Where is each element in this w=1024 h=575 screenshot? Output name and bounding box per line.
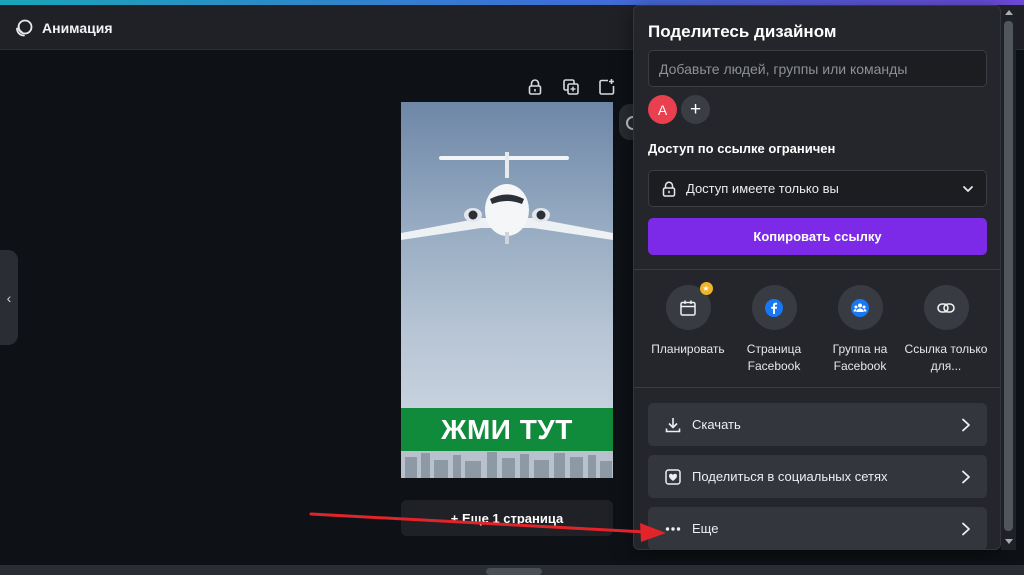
calendar-icon — [680, 300, 696, 316]
design-page-preview[interactable]: ЖМИ ТУТ — [401, 102, 613, 478]
download-label: Скачать — [692, 417, 741, 432]
share-social-label: Поделиться в социальных сетях — [692, 469, 888, 484]
share-option-label: Страница Facebook — [746, 342, 802, 373]
lock-icon — [662, 181, 676, 197]
page-toolbar — [524, 76, 618, 98]
share-option-label: Планировать — [651, 342, 725, 356]
chevron-right-icon — [962, 522, 970, 535]
panel-divider — [634, 269, 1000, 270]
access-dropdown[interactable]: Доступ имеете только вы — [648, 170, 987, 207]
link-icon — [937, 302, 955, 313]
add-person-button[interactable]: + — [681, 95, 710, 124]
city-skyline-image — [401, 451, 613, 478]
lock-icon — [528, 79, 542, 95]
avatar[interactable]: A — [648, 95, 677, 124]
share-social-button[interactable]: Поделиться в социальных сетях — [648, 455, 987, 498]
animation-button[interactable]: Анимация — [14, 14, 113, 42]
airplane-image — [401, 152, 613, 244]
copy-link-button[interactable]: Копировать ссылку — [648, 218, 987, 255]
download-button[interactable]: Скачать — [648, 403, 987, 446]
more-options-label: Еще — [692, 521, 719, 536]
panel-scrollbar[interactable] — [1001, 5, 1016, 550]
panel-divider — [634, 387, 1000, 388]
add-people-input[interactable] — [648, 50, 987, 87]
scroll-up-arrow-icon[interactable] — [1005, 10, 1013, 15]
chevron-right-icon — [962, 418, 970, 431]
more-options-button[interactable]: Еще — [648, 507, 987, 549]
share-option-label: Ссылка только для... — [904, 342, 988, 373]
animation-label: Анимация — [42, 20, 113, 36]
schedule-circle: ★ — [665, 282, 713, 330]
view-link-circle — [923, 285, 969, 330]
share-option-schedule[interactable]: ★ Планировать — [643, 282, 733, 358]
download-icon — [665, 417, 681, 432]
share-panel: Поделитесь дизайном A + Доступ по ссылке… — [633, 5, 1001, 550]
share-option-facebook-page[interactable]: Страница Facebook — [729, 285, 819, 375]
access-dropdown-value: Доступ имеете только вы — [686, 181, 839, 196]
horizontal-scrollbar-thumb[interactable] — [486, 568, 542, 575]
chevron-down-icon — [963, 185, 973, 192]
app-root: Анимация ‹ ЖМИ ТУТ + Еще 1 страница Поде… — [0, 0, 1024, 575]
link-access-label: Доступ по ссылке ограничен — [648, 141, 836, 156]
premium-crown-icon: ★ — [699, 282, 713, 295]
animation-icon — [14, 18, 34, 38]
duplicate-icon — [563, 79, 579, 95]
share-option-view-link[interactable]: Ссылка только для... — [901, 285, 991, 375]
chevron-right-icon — [962, 470, 970, 483]
heart-icon — [665, 468, 681, 485]
facebook-group-icon — [851, 298, 869, 317]
facebook-group-circle — [837, 285, 883, 330]
more-pages-button[interactable]: + Еще 1 страница — [401, 500, 613, 536]
share-option-label: Группа на Facebook — [832, 342, 888, 373]
facebook-page-circle — [751, 285, 797, 330]
more-dots-icon — [665, 526, 681, 531]
duplicate-page-button[interactable] — [560, 76, 582, 98]
share-option-facebook-group[interactable]: Группа на Facebook — [815, 285, 905, 375]
left-panel-toggle[interactable]: ‹ — [0, 250, 18, 345]
add-page-button[interactable] — [596, 76, 618, 98]
facebook-icon — [765, 298, 783, 317]
share-panel-title: Поделитесь дизайном — [648, 22, 837, 41]
lock-page-button[interactable] — [524, 76, 546, 98]
scrollbar-thumb[interactable] — [1004, 21, 1013, 531]
scroll-down-arrow-icon[interactable] — [1005, 539, 1013, 544]
cta-banner-text: ЖМИ ТУТ — [401, 408, 613, 451]
chevron-left-icon: ‹ — [6, 289, 12, 306]
add-page-icon — [599, 79, 615, 95]
